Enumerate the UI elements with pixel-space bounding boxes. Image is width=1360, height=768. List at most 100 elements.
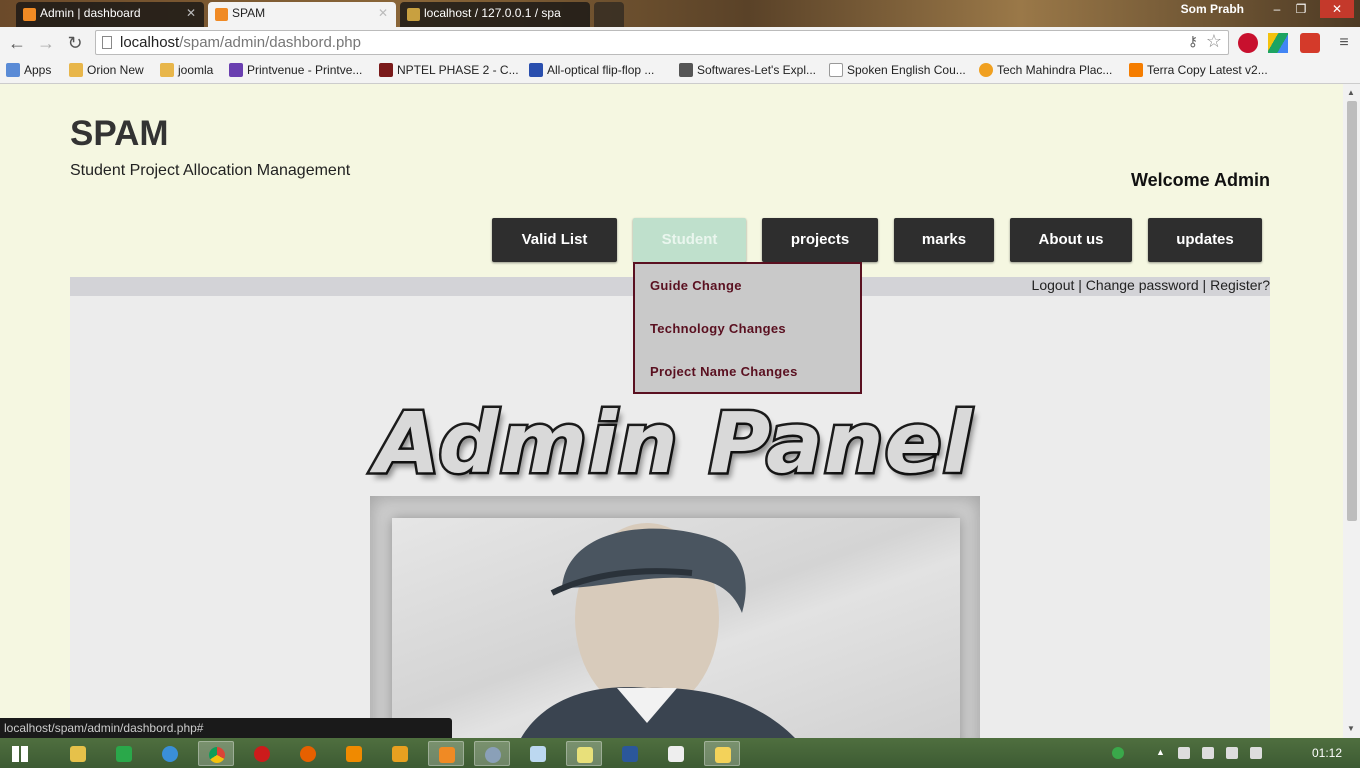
new-tab-button[interactable] — [594, 2, 624, 27]
taskbar-explorer[interactable] — [60, 741, 96, 766]
bookmark-joomla[interactable]: joomla — [160, 63, 213, 77]
address-bar[interactable]: localhost/spam/admin/dashbord.php ⚷ ☆ — [95, 30, 1229, 55]
forward-arrow-icon[interactable]: → — [34, 31, 58, 55]
minimize-icon[interactable]: – — [1266, 0, 1288, 18]
menu-marks-button[interactable]: marks — [894, 218, 994, 262]
dropdown-project-name-changes[interactable]: Project Name Changes — [635, 350, 860, 393]
taskbar-ie[interactable] — [152, 741, 188, 766]
admin-avatar-frame — [370, 496, 980, 738]
firefox-icon — [300, 746, 316, 762]
close-tab-icon[interactable]: ✕ — [186, 6, 196, 20]
nptel-icon — [379, 63, 393, 77]
bookmark-softwares[interactable]: Softwares-Let's Expl... — [679, 63, 816, 77]
xampp-favicon-icon — [23, 8, 36, 21]
separator: | — [1078, 277, 1082, 293]
key-icon[interactable]: ⚷ — [1188, 33, 1198, 50]
tab-spam[interactable]: SPAM ✕ — [208, 2, 396, 27]
taskbar-xampp[interactable] — [428, 741, 464, 766]
notes-icon — [577, 747, 593, 763]
taskbar-notes[interactable] — [566, 741, 602, 766]
xampp-icon — [439, 747, 455, 763]
dropdown-technology-changes[interactable]: Technology Changes — [635, 307, 860, 350]
start-button[interactable] — [2, 741, 36, 766]
tab-title: localhost / 127.0.0.1 / spa — [424, 6, 561, 20]
bookmark-tech-mahindra[interactable]: Tech Mahindra Plac... — [979, 63, 1112, 77]
logout-link[interactable]: Logout — [1032, 277, 1075, 293]
back-arrow-icon[interactable]: ← — [5, 31, 29, 55]
page-scrollbar[interactable]: ▲ ▼ — [1343, 84, 1360, 738]
word-icon — [622, 746, 638, 762]
taskbar-media[interactable] — [382, 741, 418, 766]
bookmark-apps[interactable]: Apps — [6, 63, 51, 77]
page-viewport: SPAM Student Project Allocation Manageme… — [0, 84, 1343, 738]
bookmarks-bar: Apps Orion New joomla Printvenue - Print… — [0, 58, 1360, 84]
scroll-down-icon[interactable]: ▼ — [1347, 724, 1355, 733]
extension-record-icon[interactable] — [1238, 33, 1258, 53]
url-host: localhost — [120, 34, 180, 51]
admin-avatar-panel — [392, 518, 960, 738]
close-window-icon[interactable]: ✕ — [1320, 0, 1354, 18]
site-icon — [979, 63, 993, 77]
folder-icon — [160, 63, 174, 77]
scroll-thumb[interactable] — [1347, 101, 1357, 521]
dropdown-guide-change[interactable]: Guide Change — [635, 264, 860, 307]
bookmark-printvenue[interactable]: Printvenue - Printve... — [229, 63, 362, 77]
tray-network-icon[interactable] — [1226, 747, 1238, 759]
menu-updates-button[interactable]: updates — [1148, 218, 1262, 262]
taskbar-app-windows[interactable] — [704, 741, 740, 766]
taskbar-app-green[interactable] — [106, 741, 142, 766]
tray-utorrent-icon[interactable] — [1112, 747, 1124, 759]
taskbar-chrome[interactable] — [198, 741, 234, 766]
windows-taskbar: ▲ 01:12 — [0, 738, 1360, 768]
tray-battery-icon[interactable] — [1202, 747, 1214, 759]
bookmark-all-optical[interactable]: All-optical flip-flop ... — [529, 63, 654, 77]
change-password-link[interactable]: Change password — [1086, 277, 1199, 293]
chrome-icon — [209, 747, 225, 763]
scroll-up-icon[interactable]: ▲ — [1347, 88, 1355, 97]
google-drive-icon[interactable] — [1268, 33, 1288, 53]
taskbar-vlc[interactable] — [336, 741, 372, 766]
menu-hamburger-icon[interactable]: ≡ — [1332, 31, 1356, 55]
menu-projects-button[interactable]: projects — [762, 218, 878, 262]
calculator-icon — [668, 746, 684, 762]
extension-t3-icon[interactable] — [1300, 33, 1320, 53]
taskbar-notepad[interactable] — [520, 741, 556, 766]
phpmyadmin-favicon-icon — [407, 8, 420, 21]
bookmark-terra-copy[interactable]: Terra Copy Latest v2... — [1129, 63, 1268, 77]
menu-student-button[interactable]: Student — [633, 218, 746, 262]
register-link[interactable]: Register? — [1210, 277, 1270, 293]
taskbar-opera[interactable] — [244, 741, 280, 766]
opera-icon — [254, 746, 270, 762]
apps-grid-icon — [6, 63, 20, 77]
taskbar-firefox[interactable] — [290, 741, 326, 766]
taskbar-word[interactable] — [612, 741, 648, 766]
bookmark-star-icon[interactable]: ☆ — [1206, 31, 1222, 52]
restore-icon[interactable]: ❐ — [1290, 0, 1312, 18]
site-title: SPAM — [70, 114, 169, 153]
folder-icon — [70, 746, 86, 762]
separator: | — [1202, 277, 1207, 293]
status-url-bubble: localhost/spam/admin/dashbord.php# — [0, 718, 452, 738]
bookmark-spoken-english[interactable]: Spoken English Cou... — [829, 63, 966, 77]
app-icon — [116, 746, 132, 762]
notepad-icon — [530, 746, 546, 762]
menu-valid-list-button[interactable]: Valid List — [492, 218, 617, 262]
tab-admin-dashboard[interactable]: Admin | dashboard ✕ — [16, 2, 204, 27]
vlc-icon — [346, 746, 362, 762]
taskbar-app[interactable] — [474, 741, 510, 766]
windows-logo-icon — [12, 746, 28, 762]
taskbar-calculator[interactable] — [658, 741, 694, 766]
close-tab-icon[interactable]: ✕ — [378, 6, 388, 20]
reload-icon[interactable]: ↻ — [63, 31, 87, 55]
taskbar-clock[interactable]: 01:12 — [1312, 746, 1342, 760]
bookmark-orion-new[interactable]: Orion New — [69, 63, 144, 77]
tab-phpmyadmin[interactable]: localhost / 127.0.0.1 / spa — [400, 2, 590, 27]
tray-volume-icon[interactable] — [1250, 747, 1262, 759]
profile-name[interactable]: Som Prabh — [1181, 2, 1244, 16]
tab-title: Admin | dashboard — [40, 6, 141, 20]
browser-tab-bar: Admin | dashboard ✕ SPAM ✕ localhost / 1… — [0, 0, 1360, 27]
tray-flag-icon[interactable] — [1178, 747, 1190, 759]
menu-about-us-button[interactable]: About us — [1010, 218, 1132, 262]
bookmark-nptel[interactable]: NPTEL PHASE 2 - C... — [379, 63, 519, 77]
tray-show-hidden-icon[interactable]: ▲ — [1156, 747, 1168, 759]
